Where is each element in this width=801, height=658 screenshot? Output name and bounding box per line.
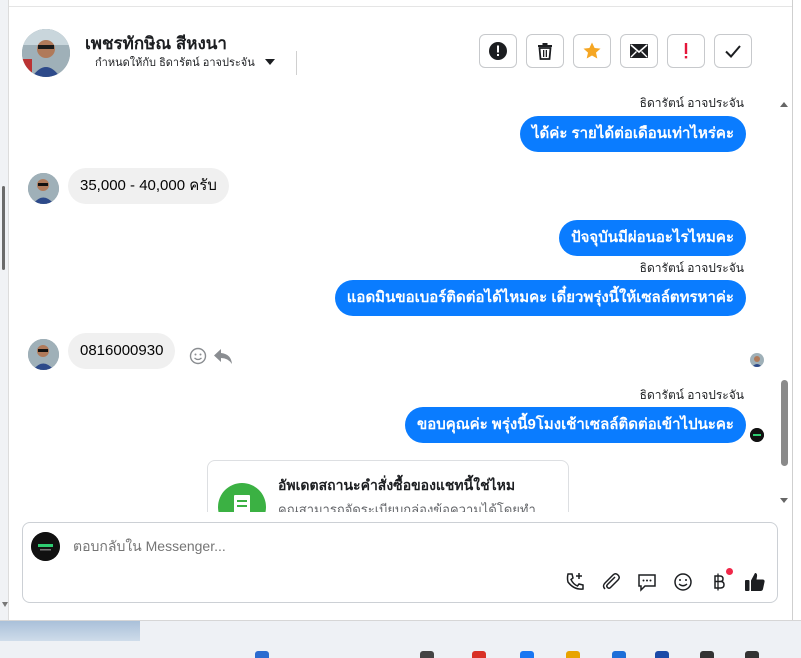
message-bubble-outgoing[interactable]: ได้ค่ะ รายได้ต่อเดือนเท่าไหร่คะ — [520, 116, 746, 152]
scroll-up-icon[interactable] — [780, 102, 788, 107]
sender-name: ธิดารัตน์ อาจประจัน — [639, 96, 744, 110]
left-arrow-icon — [2, 602, 8, 607]
message-bubble-outgoing[interactable]: แอดมินขอเบอร์ติดต่อได้ไหมคะ เดี๋ยวพรุ่งน… — [334, 280, 746, 316]
delete-button[interactable] — [526, 34, 564, 68]
sender-name: ธิดารัตน์ อาจประจัน — [639, 388, 744, 402]
sender-name: ธิดารัตน์ อาจประจัน — [639, 261, 744, 275]
paperclip-icon — [602, 573, 620, 590]
left-scroll-handle[interactable] — [2, 186, 5, 270]
saved-replies-button[interactable] — [635, 570, 659, 594]
smiley-icon — [674, 573, 692, 591]
os-taskbar — [0, 620, 801, 658]
left-edge-panel — [0, 0, 9, 620]
notification-dot — [726, 568, 733, 575]
app-window: เพชรทักษิณ สีหงนา กำหนดให้กับ ธิดารัตน์ … — [0, 0, 801, 658]
message-composer — [22, 522, 778, 603]
composer-toolbar — [563, 568, 767, 594]
star-button[interactable] — [573, 34, 611, 68]
page-avatar — [31, 532, 60, 561]
message-bubble-incoming[interactable]: 35,000 - 40,000 ครับ — [68, 168, 229, 204]
chat-scrollbar[interactable] — [777, 96, 791, 512]
contact-avatar-small — [28, 339, 59, 370]
order-status-card[interactable]: อัพเดตสถานะคำสั่งซื้อของแชทนี้ใช่ไหม คุณ… — [207, 460, 569, 512]
baht-icon — [714, 573, 725, 591]
scroll-down-icon[interactable] — [780, 498, 788, 503]
order-card-subtitle: คุณสามารถจัดระเบียบกล่องข้อความได้โดยทำ — [278, 502, 536, 512]
assigned-to-label: กำหนดให้กับ ธิดารัตน์ อาจประจัน — [95, 57, 255, 69]
contact-avatar-small — [28, 173, 59, 204]
envelope-icon — [630, 44, 648, 58]
check-icon — [725, 45, 741, 58]
phone-plus-icon — [566, 573, 584, 590]
chat-bubble-icon — [638, 574, 656, 592]
like-button[interactable] — [743, 570, 767, 594]
star-icon — [583, 42, 601, 59]
chevron-down-icon — [264, 59, 275, 65]
react-emoji-icon[interactable] — [189, 347, 207, 370]
seen-avatar — [750, 353, 764, 367]
reply-input[interactable] — [71, 537, 575, 555]
divider — [296, 51, 297, 75]
message-thread[interactable]: ธิดารัตน์ อาจประจัน ได้ค่ะ รายได้ต่อเดือ… — [9, 96, 791, 512]
message-bubble-outgoing[interactable]: ขอบคุณค่ะ พรุ่งนี้9โมงเช้าเซลล์ติดต่อเข้… — [404, 407, 746, 443]
trash-icon — [538, 43, 552, 60]
thumbs-up-icon — [745, 573, 765, 591]
scroll-thumb[interactable] — [781, 380, 788, 466]
emoji-button[interactable] — [671, 570, 695, 594]
message-bubble-outgoing[interactable]: ปัจจุบันมีผ่อนอะไรไหมคะ — [559, 220, 746, 256]
message-bubble-incoming[interactable]: 0816000930 — [68, 333, 176, 369]
action-toolbar — [479, 34, 752, 68]
payment-button[interactable] — [707, 568, 733, 594]
page-avatar-small — [750, 428, 764, 442]
report-spam-button[interactable] — [479, 34, 517, 68]
alert-circle-icon — [489, 42, 507, 60]
assign-dropdown[interactable]: กำหนดให้กับ ธิดารัตน์ อาจประจัน — [95, 53, 275, 71]
receipt-icon — [218, 483, 266, 512]
right-edge-panel — [792, 0, 801, 620]
exclamation-icon — [684, 43, 688, 59]
call-button[interactable] — [563, 570, 587, 594]
window-top-edge — [8, 0, 793, 7]
desktop-strip — [0, 621, 140, 641]
done-button[interactable] — [714, 34, 752, 68]
contact-avatar[interactable] — [22, 29, 70, 77]
order-card-title: อัพเดตสถานะคำสั่งซื้อของแชทนี้ใช่ไหม — [278, 477, 516, 493]
mark-unread-button[interactable] — [620, 34, 658, 68]
conversation-header: เพชรทักษิณ สีหงนา กำหนดให้กับ ธิดารัตน์ … — [9, 7, 791, 97]
follow-up-button[interactable] — [667, 34, 705, 68]
attach-button[interactable] — [599, 570, 623, 594]
reply-icon[interactable] — [213, 347, 233, 370]
